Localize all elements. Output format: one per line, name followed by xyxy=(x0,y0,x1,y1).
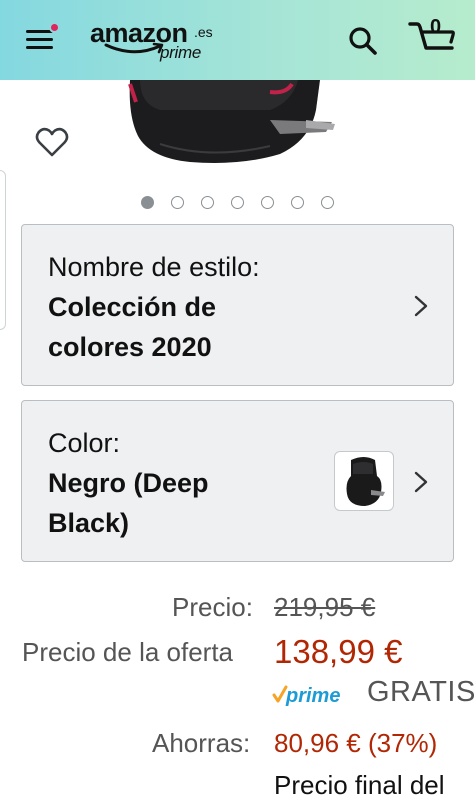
carousel-dot[interactable] xyxy=(201,196,214,209)
carousel-dot[interactable] xyxy=(141,196,154,209)
menu-bar-bottom xyxy=(26,46,53,49)
carousel-dot[interactable] xyxy=(321,196,334,209)
notification-dot xyxy=(49,22,60,33)
shipping-free-text: GRATIS xyxy=(367,676,475,708)
color-selector[interactable]: Color: Negro (Deep Black) xyxy=(21,400,454,562)
logo-smile-icon xyxy=(104,42,164,54)
carousel-dot[interactable] xyxy=(231,196,244,209)
style-value-line2: colores 2020 xyxy=(48,332,212,362)
carousel-dot[interactable] xyxy=(171,196,184,209)
search-icon[interactable] xyxy=(346,24,380,58)
savings-value: 80,96 € (37%) xyxy=(274,728,438,758)
cart-count-badge: 0 xyxy=(430,16,442,38)
list-price-value: 219,95 € xyxy=(274,592,376,622)
chevron-right-icon xyxy=(414,295,428,317)
color-swatch-thumbnail[interactable] xyxy=(334,451,394,511)
color-value-line1: Negro (Deep xyxy=(48,468,209,498)
style-name-selector[interactable]: Nombre de estilo: Colección de colores 2… xyxy=(21,224,454,386)
logo-prime-text: prime xyxy=(160,43,202,62)
prime-badge-text: prime xyxy=(285,685,340,707)
side-drawer-handle[interactable] xyxy=(0,170,6,330)
cart-icon[interactable]: 0 xyxy=(408,14,458,60)
deal-price-label: Precio de la oferta xyxy=(22,637,234,667)
hamburger-menu-icon[interactable] xyxy=(26,22,60,52)
deal-price-value: 138,99 € xyxy=(274,633,403,670)
savings-label: Ahorras: xyxy=(152,728,251,758)
final-price-text: Precio final del xyxy=(274,770,445,800)
carousel-dot[interactable] xyxy=(261,196,274,209)
style-value-line1: Colección de xyxy=(48,292,217,322)
heart-outline-icon[interactable] xyxy=(34,124,70,160)
menu-bar-middle xyxy=(26,38,53,41)
product-image[interactable] xyxy=(120,80,335,170)
carousel-dot[interactable] xyxy=(291,196,304,209)
color-label: Color: xyxy=(48,428,121,458)
color-value-line2: Black) xyxy=(48,508,130,538)
list-price-label: Precio: xyxy=(172,592,253,622)
app-header: amazon .es prime 0 xyxy=(0,0,475,80)
prime-badge-icon: prime xyxy=(272,685,340,707)
style-label: Nombre de estilo: xyxy=(48,252,260,282)
amazon-prime-logo[interactable]: amazon .es prime xyxy=(90,18,220,66)
image-carousel-dots xyxy=(0,196,475,210)
logo-domain: .es xyxy=(194,24,213,40)
chevron-right-icon xyxy=(414,471,428,493)
